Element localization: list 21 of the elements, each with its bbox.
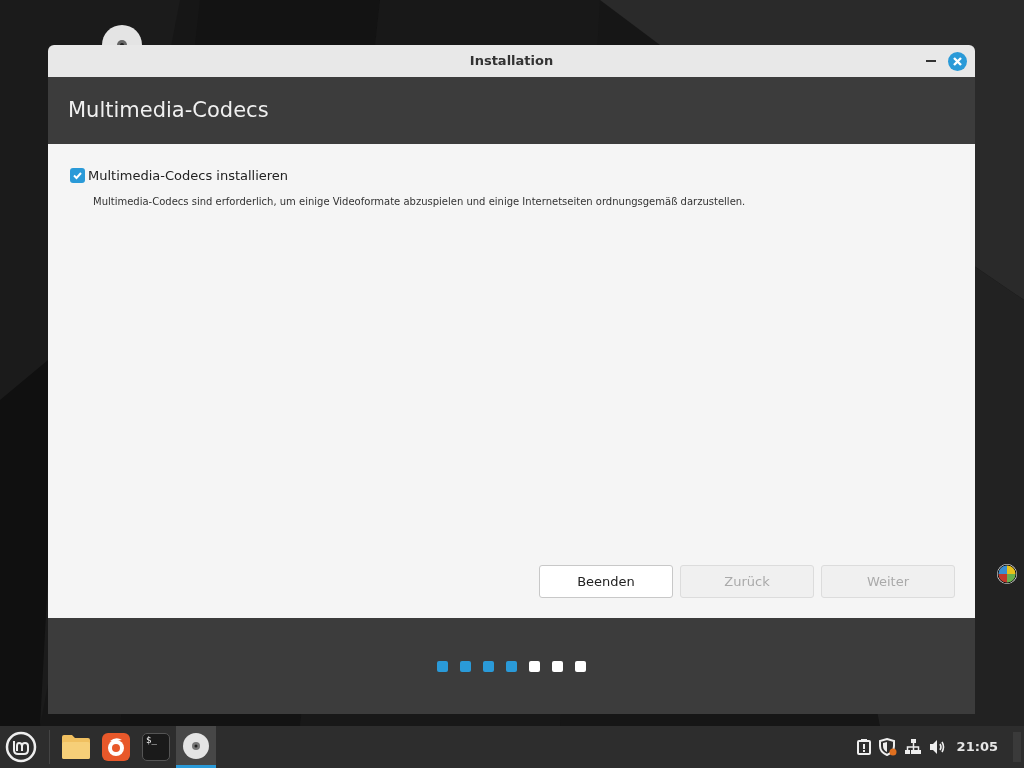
disc-icon[interactable]	[182, 731, 210, 760]
fox-icon[interactable]	[102, 733, 130, 761]
clipboard-alert-icon[interactable]	[856, 739, 871, 755]
folder-icon[interactable]	[61, 734, 91, 760]
page-heading: Multimedia-Codecs	[68, 96, 269, 124]
shield-icon[interactable]	[878, 738, 897, 756]
window-title: Installation	[469, 52, 554, 71]
taskbar-button-highlight[interactable]	[176, 726, 216, 768]
option-description: Multimedia-Codecs sind erforderlich, um einige Videoformate abzuspielen und einige Internetseiten ordnungsgemäß darzustellen.	[93, 194, 747, 209]
checkmark-icon	[72, 170, 83, 182]
minimize-icon[interactable]	[926, 60, 936, 63]
menu-logo-icon[interactable]	[5, 731, 37, 763]
terminal-icon[interactable]: $_	[142, 733, 170, 761]
close-icon[interactable]	[948, 52, 967, 71]
clock[interactable]: 21:05	[956, 737, 998, 757]
color-wheel-icon[interactable]	[996, 563, 1018, 585]
volume-icon[interactable]	[928, 739, 947, 755]
dialog-button[interactable]: Beenden	[539, 565, 673, 598]
checkbox[interactable]	[70, 168, 85, 184]
checkbox-label: Multimedia-Codecs installieren	[88, 167, 289, 185]
network-icon[interactable]	[904, 739, 921, 755]
